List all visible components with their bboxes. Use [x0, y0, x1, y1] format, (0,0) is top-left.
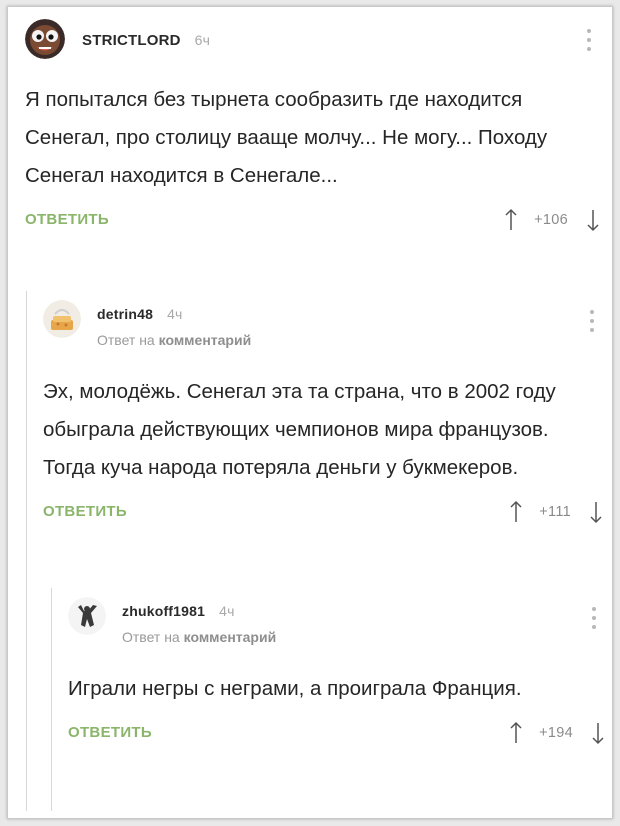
reply-button[interactable]: ОТВЕТИТЬ — [43, 503, 127, 520]
author-label[interactable]: STRICTLORD — [82, 32, 181, 49]
score: +106 — [534, 212, 568, 228]
comment-thread: STRICTLORD 6ч Я попытался без тырнета соо… — [7, 6, 613, 819]
comment-header: zhukoff1981 4ч Ответ на комментарий — [68, 597, 605, 647]
author-name[interactable]: detrin48 4ч — [97, 306, 183, 322]
avatar[interactable] — [43, 300, 81, 338]
comment: detrin48 4ч Ответ на комментарий Эх, моло… — [43, 300, 603, 533]
thread-line[interactable] — [26, 291, 27, 811]
comment-text: Я попытался без тырнета сообразить где н… — [25, 88, 548, 187]
author-label[interactable]: detrin48 — [97, 306, 153, 322]
comment-footer: ОТВЕТИТЬ +194 — [68, 714, 605, 754]
vote-controls: +106 — [504, 205, 600, 235]
downvote-icon[interactable] — [589, 500, 603, 524]
comment-text: Эх, молодёжь. Сенегал эта та страна, что… — [43, 380, 556, 479]
more-icon[interactable] — [589, 310, 595, 334]
score: +111 — [539, 504, 571, 520]
vote-controls: +194 — [509, 718, 605, 748]
author-label[interactable]: zhukoff1981 — [122, 603, 205, 619]
comment: STRICTLORD 6ч Я попытался без тырнета соо… — [25, 19, 600, 241]
author-name[interactable]: STRICTLORD 6ч — [82, 32, 210, 49]
more-icon[interactable] — [586, 29, 592, 53]
upvote-icon[interactable] — [509, 500, 523, 524]
reply-button[interactable]: ОТВЕТИТЬ — [25, 211, 109, 228]
reply-to-prefix: Ответ на — [97, 332, 155, 348]
reply-to-prefix: Ответ на — [122, 629, 180, 645]
upvote-icon[interactable] — [509, 721, 523, 745]
comment-header: detrin48 4ч Ответ на комментарий — [43, 300, 603, 350]
comment-footer: ОТВЕТИТЬ +111 — [43, 493, 603, 533]
comment-header: STRICTLORD 6ч — [25, 19, 600, 69]
upvote-icon[interactable] — [504, 208, 518, 232]
timestamp: 6ч — [194, 32, 211, 48]
vote-controls: +111 — [509, 497, 603, 527]
reply-button[interactable]: ОТВЕТИТЬ — [68, 724, 152, 741]
downvote-icon[interactable] — [591, 721, 605, 745]
reply-to-target[interactable]: комментарий — [159, 332, 252, 348]
more-icon[interactable] — [591, 607, 597, 631]
comment-footer: ОТВЕТИТЬ +106 — [25, 201, 600, 241]
score: +194 — [539, 725, 573, 741]
author-name[interactable]: zhukoff1981 4ч — [122, 603, 235, 619]
reply-to-link[interactable]: Ответ на комментарий — [97, 332, 251, 348]
timestamp: 4ч — [167, 306, 183, 322]
thread-line[interactable] — [51, 588, 52, 811]
comment: zhukoff1981 4ч Ответ на комментарий Играл… — [68, 597, 605, 754]
timestamp: 4ч — [219, 603, 235, 619]
avatar[interactable] — [68, 597, 106, 635]
reply-to-target[interactable]: комментарий — [184, 629, 277, 645]
comment-text: Играли негры с неграми, а проиграла Фран… — [68, 677, 522, 700]
downvote-icon[interactable] — [586, 208, 600, 232]
avatar[interactable] — [25, 19, 65, 59]
reply-to-link[interactable]: Ответ на комментарий — [122, 629, 276, 645]
